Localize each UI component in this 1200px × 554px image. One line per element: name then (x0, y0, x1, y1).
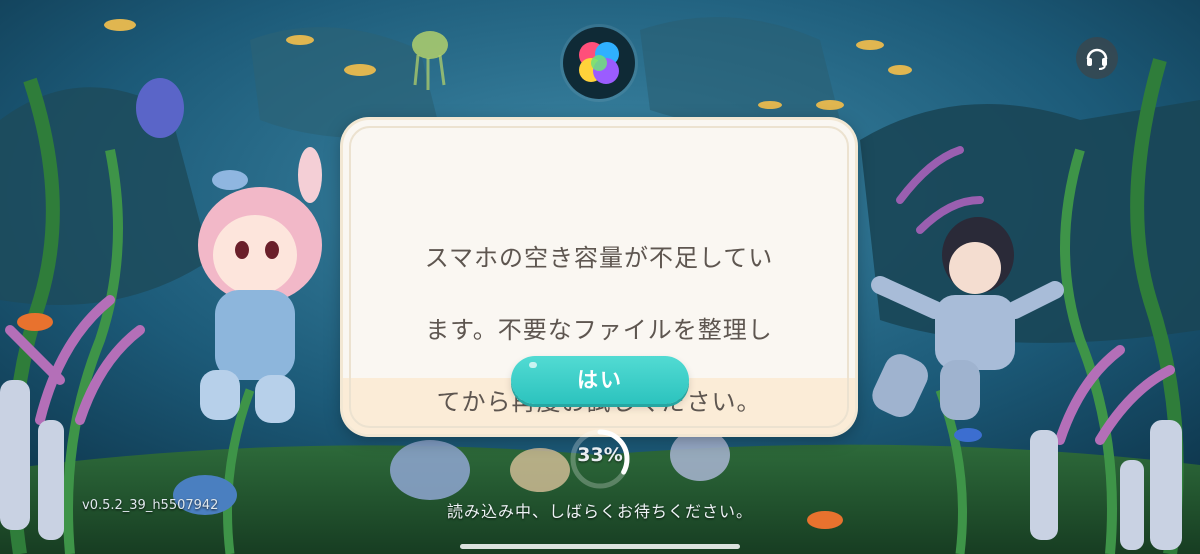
headset-help-icon[interactable] (1076, 37, 1118, 79)
headset-help-icon-glyph (1086, 48, 1108, 70)
home-indicator[interactable] (460, 544, 740, 549)
app-logo-icon (563, 27, 635, 99)
confirm-button[interactable]: はい (511, 356, 689, 404)
progress-percent: 33% (577, 444, 623, 466)
version-label: v0.5.2_39_h5507942 (82, 498, 219, 513)
dialog-message-line: スマホの空き容量が不足してい (424, 244, 774, 272)
loading-progress-ring: 33% (567, 426, 633, 492)
dialog-message-line: ます。不要なファイルを整理し (425, 316, 773, 344)
storage-warning-dialog: スマホの空き容量が不足してい ます。不要なファイルを整理し てから再度お試しくだ… (343, 120, 855, 434)
